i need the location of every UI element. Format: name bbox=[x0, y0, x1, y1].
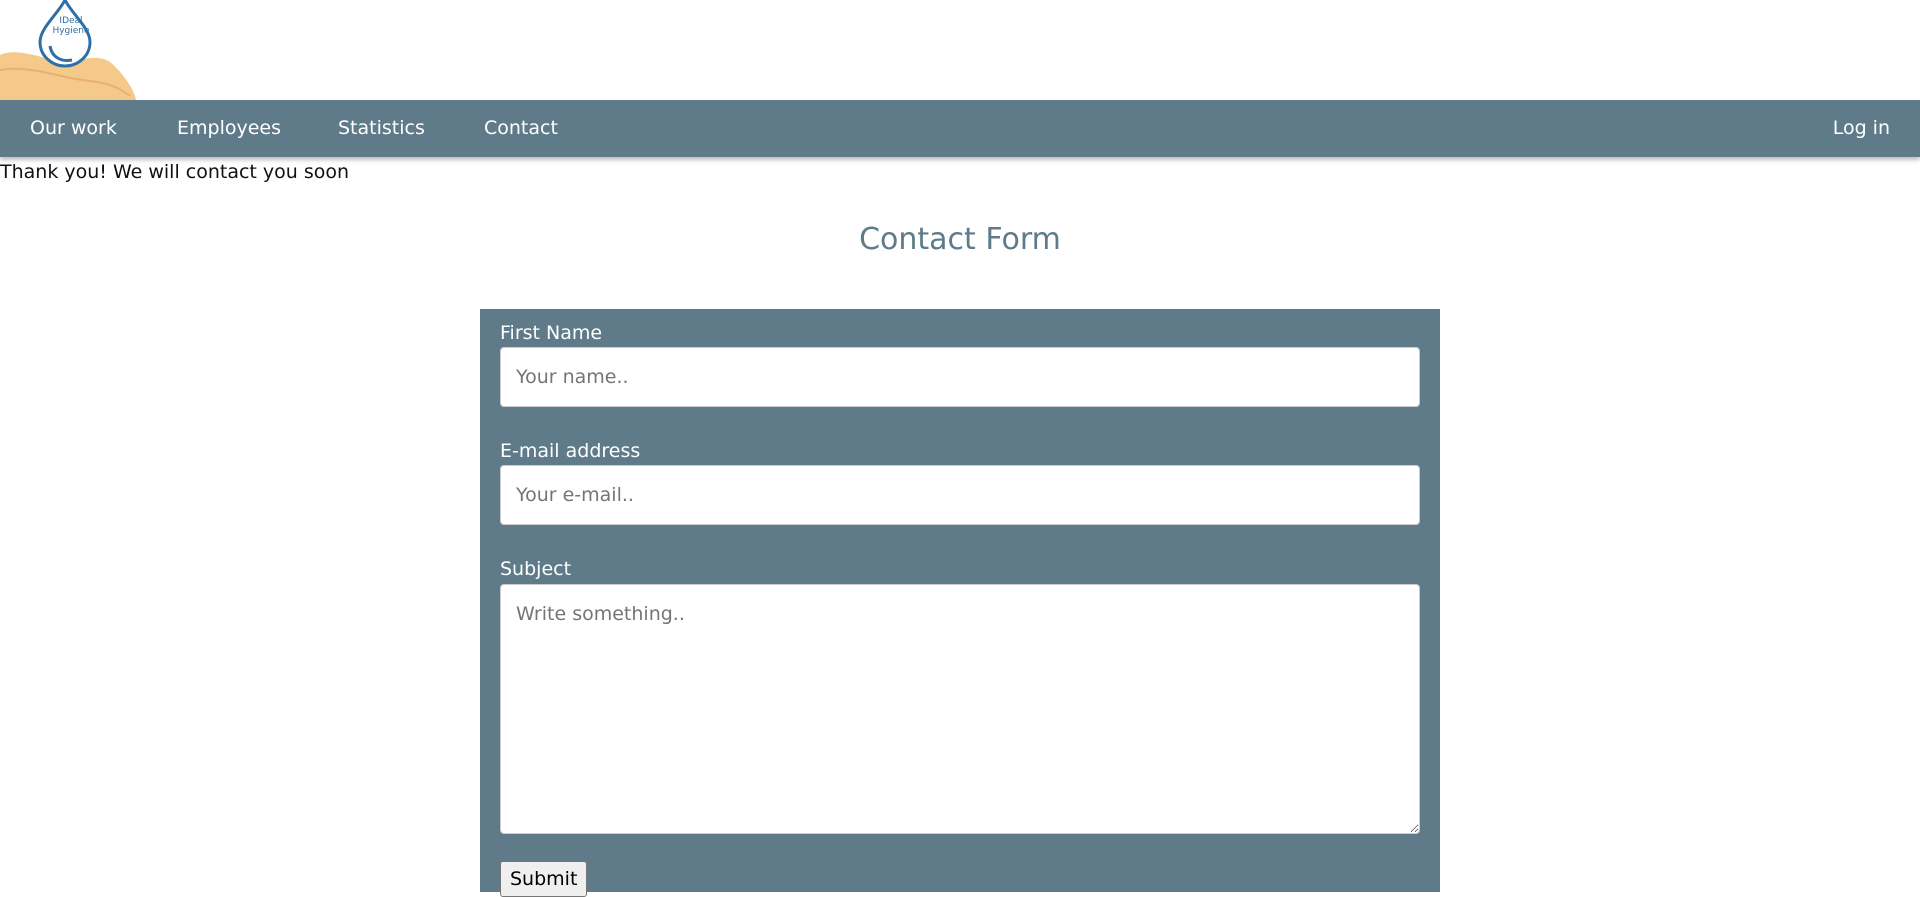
logo-text: IDeal Hygiene bbox=[52, 16, 90, 36]
site-header: IDeal Hygiene bbox=[0, 0, 1920, 100]
contact-form: First Name E-mail address Subject Submit bbox=[480, 309, 1440, 897]
logo-hand-drop-icon bbox=[0, 0, 136, 100]
status-message: Thank you! We will contact you soon bbox=[0, 161, 350, 183]
nav-item-employees[interactable]: Employees bbox=[177, 100, 281, 157]
logo-text-line2: Hygiene bbox=[52, 26, 90, 36]
subject-label: Subject bbox=[500, 558, 572, 580]
logo-text-line1: IDeal bbox=[59, 16, 83, 26]
subject-textarea[interactable] bbox=[500, 584, 1420, 834]
nav-item-login[interactable]: Log in bbox=[1833, 100, 1890, 157]
first-name-label: First Name bbox=[500, 322, 603, 344]
email-input[interactable] bbox=[500, 465, 1420, 525]
top-navbar: Our work Employees Statistics Contact Lo… bbox=[0, 100, 1920, 157]
logo[interactable]: IDeal Hygiene bbox=[0, 0, 140, 100]
email-label: E-mail address bbox=[500, 440, 641, 462]
nav-item-contact[interactable]: Contact bbox=[484, 100, 558, 157]
nav-item-our-work[interactable]: Our work bbox=[30, 100, 117, 157]
first-name-input[interactable] bbox=[500, 347, 1420, 407]
page-title: Contact Form bbox=[859, 222, 1061, 257]
nav-item-statistics[interactable]: Statistics bbox=[338, 100, 425, 157]
